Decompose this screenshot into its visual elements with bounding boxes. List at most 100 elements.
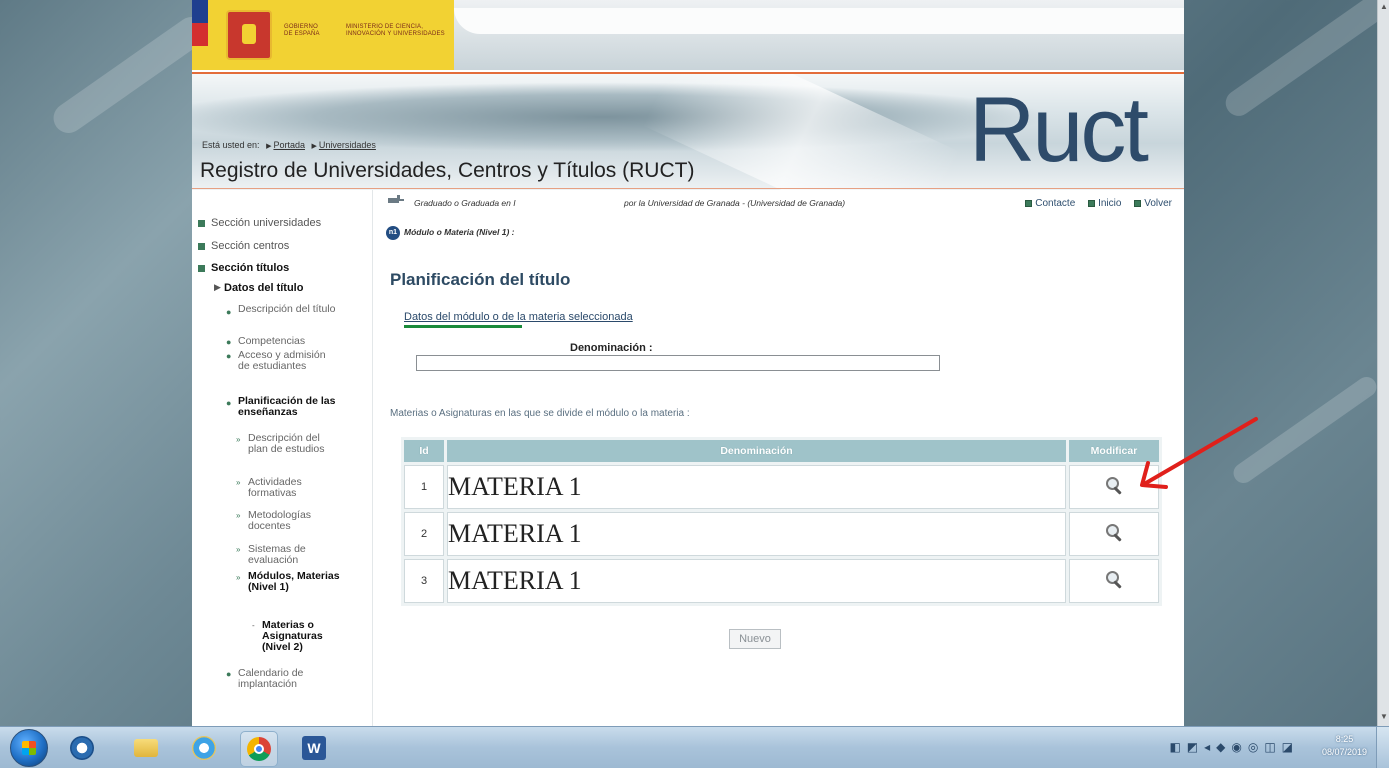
breadcrumb-prefix: Está usted en: bbox=[202, 140, 260, 150]
sidebar-item-centros[interactable]: Sección centros bbox=[198, 240, 289, 252]
sidebar-subitem-plan[interactable]: Descripción del plan de estudios bbox=[248, 433, 340, 455]
row-name: MATERIA 1 bbox=[447, 559, 1066, 603]
bullet-square-icon bbox=[1134, 199, 1142, 207]
bullet-icon: ● bbox=[226, 337, 232, 347]
bullet-icon: ● bbox=[226, 398, 232, 408]
sidebar-item-calendario[interactable]: Calendario de implantación bbox=[238, 668, 338, 690]
sidebar-item-label: Sección universidades bbox=[211, 217, 322, 229]
browser-page: GOBIERNO DE ESPAÑA MINISTERIO DE CIENCIA… bbox=[192, 0, 1184, 726]
bullet-icon: ● bbox=[226, 307, 232, 317]
module-data-link[interactable]: Datos del módulo o de la materia selecci… bbox=[404, 311, 633, 323]
bullet-icon: » bbox=[236, 511, 241, 520]
clock-date: 08/07/2019 bbox=[1321, 747, 1367, 757]
level-badge: n1 bbox=[386, 226, 400, 240]
bullet-icon: ● bbox=[226, 351, 232, 361]
sidebar-item-competencias[interactable]: Competencias bbox=[238, 336, 338, 347]
magnifier-icon[interactable] bbox=[1104, 569, 1124, 589]
word-icon[interactable]: W bbox=[296, 731, 332, 765]
clock-time: 8:25 bbox=[1335, 734, 1354, 744]
sidebar-item-label: Sección títulos bbox=[211, 262, 290, 274]
nuevo-button[interactable]: Nuevo bbox=[729, 629, 781, 649]
taskbar-clock[interactable]: 8:25 08/07/2019 bbox=[1322, 733, 1367, 759]
sidebar-item-acceso[interactable]: Acceso y admisión de estudiantes bbox=[238, 350, 338, 372]
annotation-underline bbox=[404, 325, 522, 328]
taskbar: W ◧◩◂◆◉◎◫◪ 8:25 08/07/2019 bbox=[0, 726, 1389, 768]
eu-flag-strip bbox=[192, 0, 208, 70]
desktop-streak bbox=[1229, 373, 1381, 487]
sidebar-item-planificacion[interactable]: Planificación de las enseñanzas bbox=[238, 396, 338, 418]
pointing-hand-icon bbox=[388, 195, 404, 203]
bullet-icon: » bbox=[236, 435, 241, 444]
sidebar-subitem-materias[interactable]: Materias o Asignaturas (Nivel 2) bbox=[262, 620, 342, 653]
government-logo: GOBIERNO DE ESPAÑA MINISTERIO DE CIENCIA… bbox=[192, 0, 454, 70]
table-row: 2 MATERIA 1 bbox=[404, 512, 1159, 556]
chrome-icon[interactable] bbox=[240, 731, 278, 767]
bullet-icon: » bbox=[236, 545, 241, 554]
section-title: Planificación del título bbox=[390, 270, 571, 289]
header-swoosh bbox=[454, 8, 1184, 34]
sidebar-subitem-evaluacion[interactable]: Sistemas de evaluación bbox=[248, 544, 340, 566]
sidebar-subitem-metodologias[interactable]: Metodologías docentes bbox=[248, 510, 340, 532]
subjects-heading: Materias o Asignaturas en las que se div… bbox=[390, 408, 690, 419]
magnifier-icon[interactable] bbox=[1104, 522, 1124, 542]
top-links: Contacte Inicio Volver bbox=[1015, 198, 1172, 209]
sidebar-subitem-actividades[interactable]: Actividades formativas bbox=[248, 477, 340, 499]
row-id: 3 bbox=[404, 559, 444, 603]
explorer-folder-icon[interactable] bbox=[128, 731, 164, 765]
row-id: 1 bbox=[404, 465, 444, 509]
start-button[interactable] bbox=[10, 729, 48, 767]
modify-cell bbox=[1069, 465, 1159, 509]
sidebar-divider bbox=[372, 190, 373, 726]
internet-explorer-icon[interactable] bbox=[186, 731, 222, 765]
banner-divider bbox=[192, 188, 1184, 189]
degree-name: Graduado o Graduada en I bbox=[414, 198, 516, 208]
breadcrumb-universidades[interactable]: Universidades bbox=[319, 140, 376, 150]
sidebar-item-datos-titulo[interactable]: Datos del título bbox=[224, 283, 364, 294]
contacte-label: Contacte bbox=[1035, 198, 1076, 209]
degree-university: por la Universidad de Granada - (Univers… bbox=[624, 198, 846, 208]
row-name: MATERIA 1 bbox=[447, 465, 1066, 509]
breadcrumb-portada[interactable]: Portada bbox=[273, 140, 305, 150]
contacte-link[interactable]: Contacte bbox=[1025, 198, 1075, 209]
triangle-right-icon: ▶ bbox=[311, 143, 317, 150]
table-row: 1 MATERIA 1 bbox=[404, 465, 1159, 509]
inicio-label: Inicio bbox=[1098, 198, 1122, 209]
main-content: Graduado o Graduada en I por la Universi… bbox=[374, 190, 1184, 726]
inicio-link[interactable]: Inicio bbox=[1088, 198, 1121, 209]
bullet-icon: ● bbox=[226, 669, 232, 679]
magnifier-icon[interactable] bbox=[1104, 475, 1124, 495]
ruct-logo: Ruct bbox=[968, 79, 1149, 181]
sidebar-nav: Sección universidades Sección centros Se… bbox=[192, 190, 374, 726]
government-header: GOBIERNO DE ESPAÑA MINISTERIO DE CIENCIA… bbox=[192, 0, 1184, 70]
row-name: MATERIA 1 bbox=[447, 512, 1066, 556]
breadcrumb: Está usted en: ▶ Portada ▶ Universidades bbox=[202, 140, 376, 150]
desktop-streak bbox=[47, 11, 213, 139]
sidebar-subitem-modulos[interactable]: Módulos, Materias (Nivel 1) bbox=[248, 571, 340, 593]
browser-scrollbar[interactable]: ▲ ▼ bbox=[1377, 0, 1389, 726]
show-desktop-button[interactable] bbox=[1376, 727, 1389, 768]
site-title: Registro de Universidades, Centros y Tít… bbox=[200, 159, 695, 182]
modify-cell bbox=[1069, 512, 1159, 556]
bullet-square-icon bbox=[198, 264, 205, 272]
triangle-right-icon: ▶ bbox=[214, 282, 221, 292]
taskbar-app-icon[interactable] bbox=[64, 731, 100, 765]
column-header-modificar: Modificar bbox=[1069, 440, 1159, 462]
sidebar-item-label: Sección centros bbox=[211, 240, 290, 252]
sidebar-item-universidades[interactable]: Sección universidades bbox=[198, 217, 321, 229]
bullet-icon: - bbox=[252, 621, 255, 630]
column-header-id: Id bbox=[404, 440, 444, 462]
sidebar-item-descripcion[interactable]: Descripción del título bbox=[238, 304, 338, 315]
denomination-label: Denominación : bbox=[570, 342, 653, 354]
bullet-square-icon bbox=[1088, 199, 1096, 207]
bullet-square-icon bbox=[198, 219, 205, 227]
volver-link[interactable]: Volver bbox=[1134, 198, 1172, 209]
bullet-icon: » bbox=[236, 573, 241, 582]
sidebar-item-titulos[interactable]: Sección títulos bbox=[198, 262, 289, 274]
site-banner: Ruct Está usted en: ▶ Portada ▶ Universida… bbox=[192, 74, 1184, 190]
denomination-field[interactable] bbox=[416, 355, 940, 371]
triangle-right-icon: ▶ bbox=[266, 143, 272, 150]
desktop-streak bbox=[1220, 0, 1389, 122]
bullet-square-icon bbox=[198, 242, 205, 250]
modify-cell bbox=[1069, 559, 1159, 603]
system-tray[interactable]: ◧◩◂◆◉◎◫◪ bbox=[1169, 740, 1299, 754]
